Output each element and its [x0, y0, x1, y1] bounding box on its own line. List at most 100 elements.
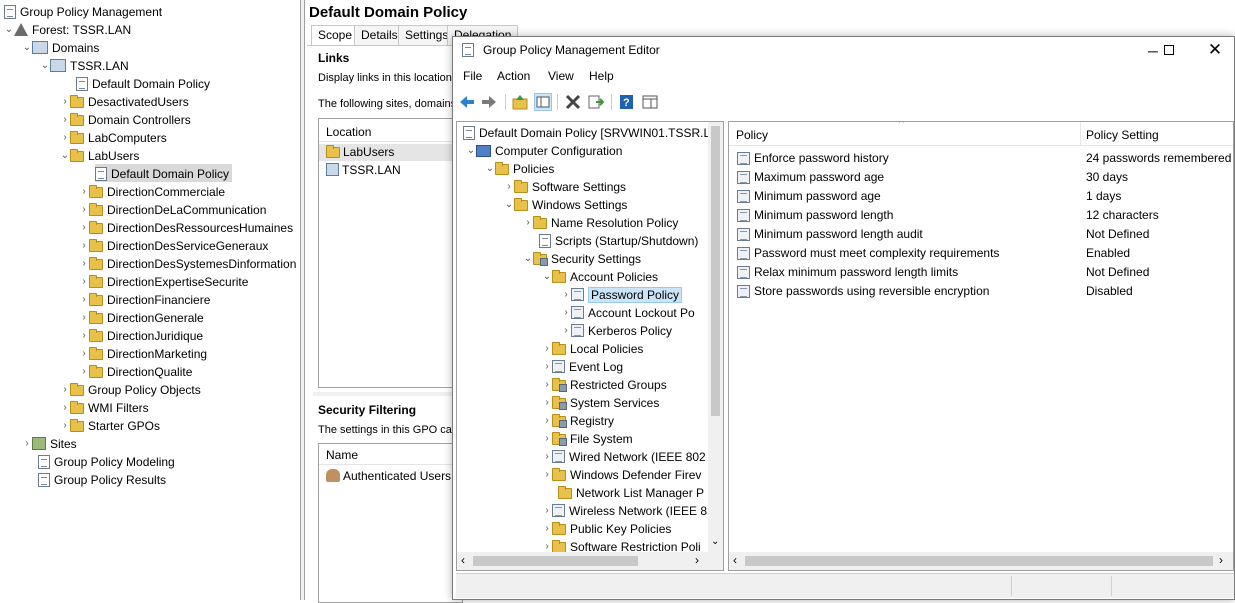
chevron-right-icon[interactable]: ›	[79, 273, 89, 291]
tree-node-gpo-objects[interactable]: › Group Policy Objects	[60, 380, 201, 398]
tree-node-ou[interactable]: ⌄ LabUsers	[60, 146, 139, 164]
chevron-right-icon[interactable]: ›	[79, 309, 89, 327]
chevron-right-icon[interactable]: ›	[504, 178, 514, 196]
menu-file[interactable]: File	[463, 69, 482, 83]
tree-node-scripts[interactable]: Scripts (Startup/Shutdown)	[539, 231, 698, 249]
tree-node-results[interactable]: Group Policy Results	[38, 470, 166, 488]
tree-node-ou[interactable]: › DesactivatedUsers	[60, 92, 189, 110]
menu-help[interactable]: Help	[589, 69, 614, 83]
chevron-right-icon[interactable]: ›	[542, 448, 552, 466]
column-header-policy[interactable]: Policy	[736, 128, 768, 142]
tree-node-event-log[interactable]: › Event Log	[542, 357, 623, 375]
name-column-header[interactable]: Name	[319, 445, 462, 465]
chevron-right-icon[interactable]: ›	[60, 111, 70, 129]
chevron-right-icon[interactable]: ›	[542, 412, 552, 430]
chevron-right-icon[interactable]: ›	[79, 183, 89, 201]
chevron-right-icon[interactable]: ›	[561, 322, 571, 340]
chevron-right-icon[interactable]: ›	[542, 466, 552, 484]
tree-node-defender-firewall[interactable]: › Windows Defender Firev	[542, 465, 701, 483]
chevron-down-icon[interactable]: ⌄	[22, 39, 32, 57]
tree-node-computer-config[interactable]: ⌄ Computer Configuration	[466, 141, 623, 159]
tree-node-ou[interactable]: › DirectionDeLaCommunication	[79, 200, 266, 218]
chevron-down-icon[interactable]: ⌄	[523, 250, 533, 268]
tree-node-selected-gpo-link[interactable]: Default Domain Policy	[95, 164, 233, 182]
scroll-thumb[interactable]	[745, 556, 1213, 566]
show-hide-tree-button[interactable]	[534, 93, 552, 111]
security-row[interactable]: Authenticated Users	[326, 468, 451, 483]
tree-node-kerberos[interactable]: › Kerberos Policy	[561, 321, 672, 339]
tree-node-security-settings[interactable]: ⌄ Security Settings	[523, 249, 641, 267]
tab-scope[interactable]: Scope	[311, 25, 360, 46]
chevron-right-icon[interactable]: ›	[542, 520, 552, 538]
tree-node-ou[interactable]: › DirectionDesRessourcesHumaines	[79, 218, 293, 236]
chevron-right-icon[interactable]: ›	[561, 286, 571, 304]
chevron-down-icon[interactable]: ⌄	[40, 57, 50, 75]
column-header-setting[interactable]: Policy Setting	[1086, 128, 1159, 142]
chevron-down-icon[interactable]: ⌄	[542, 268, 552, 286]
tree-node-wmi-filters[interactable]: › WMI Filters	[60, 398, 149, 416]
tree-node-ou[interactable]: › DirectionQualite	[79, 362, 192, 380]
policy-row[interactable]: Store passwords using reversible encrypt…	[729, 282, 1233, 301]
minimize-button[interactable]: ─	[1143, 43, 1163, 59]
tree-node-windows-settings[interactable]: ⌄ Windows Settings	[504, 195, 627, 213]
tree-node-ou[interactable]: › Domain Controllers	[60, 110, 191, 128]
tree-node-account-lockout[interactable]: › Account Lockout Po	[561, 303, 694, 322]
tree-node-starter-gpos[interactable]: › Starter GPOs	[60, 416, 160, 434]
chevron-down-icon[interactable]: ⌄	[504, 196, 514, 214]
chevron-down-icon[interactable]: ⌄	[60, 147, 70, 165]
tree-node-wired-network[interactable]: › Wired Network (IEEE 802	[542, 447, 705, 466]
chevron-right-icon[interactable]: ›	[79, 363, 89, 381]
policy-row[interactable]: Maximum password age 30 days	[729, 168, 1233, 187]
policy-row[interactable]: Minimum password length 12 characters	[729, 206, 1233, 225]
chevron-right-icon[interactable]: ›	[79, 327, 89, 345]
policy-row[interactable]: Password must meet complexity requiremen…	[729, 244, 1233, 263]
tree-node-network-list[interactable]: Network List Manager P	[558, 483, 704, 501]
scroll-left-icon[interactable]: ‹	[733, 553, 737, 567]
chevron-right-icon[interactable]: ›	[561, 304, 571, 322]
policy-row[interactable]: Enforce password history 24 passwords rem…	[729, 149, 1233, 168]
list-horizontal-scrollbar[interactable]: ‹ ›	[729, 552, 1233, 570]
chevron-right-icon[interactable]: ›	[60, 93, 70, 111]
location-column-header[interactable]: Location	[319, 122, 462, 142]
chevron-right-icon[interactable]: ›	[542, 358, 552, 376]
tree-node-sites[interactable]: › Sites	[22, 434, 76, 452]
action-pane-button[interactable]	[641, 93, 659, 111]
chevron-right-icon[interactable]: ›	[79, 255, 89, 273]
chevron-right-icon[interactable]: ›	[542, 430, 552, 448]
scroll-left-icon[interactable]: ‹	[461, 553, 465, 567]
export-list-button[interactable]	[587, 93, 605, 111]
scroll-thumb[interactable]	[473, 556, 638, 566]
chevron-right-icon[interactable]: ›	[523, 214, 533, 232]
menu-action[interactable]: Action	[497, 69, 530, 83]
tree-node-account-policies[interactable]: ⌄ Account Policies	[542, 267, 658, 285]
back-button[interactable]	[458, 93, 476, 111]
links-row[interactable]: TSSR.LAN	[319, 162, 462, 179]
policy-row[interactable]: Minimum password length audit Not Defined	[729, 225, 1233, 244]
tree-node-ou[interactable]: › DirectionGenerale	[79, 308, 204, 326]
chevron-right-icon[interactable]: ›	[542, 376, 552, 394]
chevron-right-icon[interactable]: ›	[60, 399, 70, 417]
chevron-right-icon[interactable]: ›	[60, 381, 70, 399]
title-bar[interactable]: Group Policy Management Editor ─ ✕	[453, 37, 1234, 65]
up-level-button[interactable]	[511, 93, 529, 111]
tree-node-system-services[interactable]: › System Services	[542, 393, 659, 411]
chevron-right-icon[interactable]: ›	[79, 345, 89, 363]
tree-node-name-resolution[interactable]: › Name Resolution Policy	[523, 213, 678, 231]
tree-node-modeling[interactable]: Group Policy Modeling	[38, 452, 175, 470]
help-button[interactable]: ?	[618, 93, 636, 111]
tree-node-domain[interactable]: ⌄ TSSR.LAN	[40, 56, 129, 74]
tree-node-root[interactable]: Group Policy Management	[4, 2, 162, 20]
chevron-right-icon[interactable]: ›	[79, 201, 89, 219]
chevron-right-icon[interactable]: ›	[542, 394, 552, 412]
tree-node-file-system[interactable]: › File System	[542, 429, 633, 447]
tree-node-ou[interactable]: › LabComputers	[60, 128, 167, 146]
tree-node-ou[interactable]: › DirectionDesServiceGeneraux	[79, 236, 268, 254]
chevron-down-icon[interactable]: ⌄	[485, 160, 495, 178]
maximize-button[interactable]	[1164, 45, 1174, 55]
menu-view[interactable]: View	[548, 69, 574, 83]
links-row-selected[interactable]: LabUsers	[319, 144, 462, 161]
tree-node-restricted-groups[interactable]: › Restricted Groups	[542, 375, 667, 393]
tree-node-ou[interactable]: › DirectionMarketing	[79, 344, 207, 362]
delete-button[interactable]	[564, 93, 582, 111]
tree-node-local-policies[interactable]: › Local Policies	[542, 339, 643, 357]
